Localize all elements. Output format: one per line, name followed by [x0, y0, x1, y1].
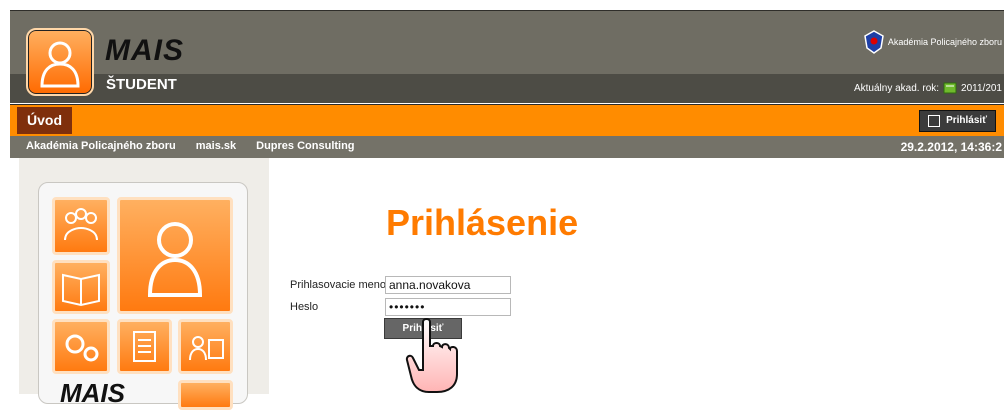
password-field[interactable]: ••••••• — [385, 298, 511, 316]
hand-cursor-icon — [405, 318, 458, 393]
page-title: Prihlásenie — [386, 202, 579, 243]
tab-home[interactable]: Úvod — [17, 107, 72, 134]
person-card-icon — [178, 319, 233, 374]
police-badge-icon — [864, 30, 884, 54]
main-navbar — [10, 104, 1004, 136]
brand-name: MAIS — [105, 34, 184, 67]
footer-links: Akadémia Policajného zboru mais.sk Dupre… — [26, 140, 355, 152]
password-label: Heslo — [290, 301, 319, 313]
group-icon — [52, 197, 110, 255]
app-subtitle: ŠTUDENT — [106, 76, 177, 93]
link-dupres[interactable]: Dupres Consulting — [256, 140, 354, 152]
academic-year-value: 2011/201 — [961, 82, 1002, 94]
username-field[interactable]: anna.novakova — [385, 276, 511, 294]
gears-icon — [52, 319, 110, 374]
datetime: 29.2.2012, 14:36:2 — [900, 140, 1002, 154]
document-icon — [117, 319, 172, 374]
mais-logo-icon — [26, 28, 94, 96]
header-login-label: Prihlásiť — [946, 115, 987, 126]
calendar-icon[interactable] — [943, 82, 957, 94]
student-avatar-icon — [117, 197, 233, 314]
header-login-button[interactable]: Prihlásiť — [919, 110, 996, 132]
link-academy[interactable]: Akadémia Policajného zboru — [26, 140, 176, 152]
username-label: Prihlasovacie meno — [290, 279, 386, 291]
academic-year-label: Aktuálny akad. rok: — [853, 82, 940, 94]
login-icon — [928, 115, 941, 127]
window-top-strip — [0, 0, 1004, 10]
link-mais[interactable]: mais.sk — [196, 140, 236, 152]
academic-year: Aktuálny akad. rok: 2011/201 — [854, 82, 1002, 94]
book-icon — [52, 260, 110, 314]
institution-link[interactable]: Akadémia Policajného zboru — [864, 30, 1002, 54]
institution-name: Akadémia Policajného zboru — [887, 37, 1002, 47]
tile-partial-icon — [178, 380, 233, 410]
